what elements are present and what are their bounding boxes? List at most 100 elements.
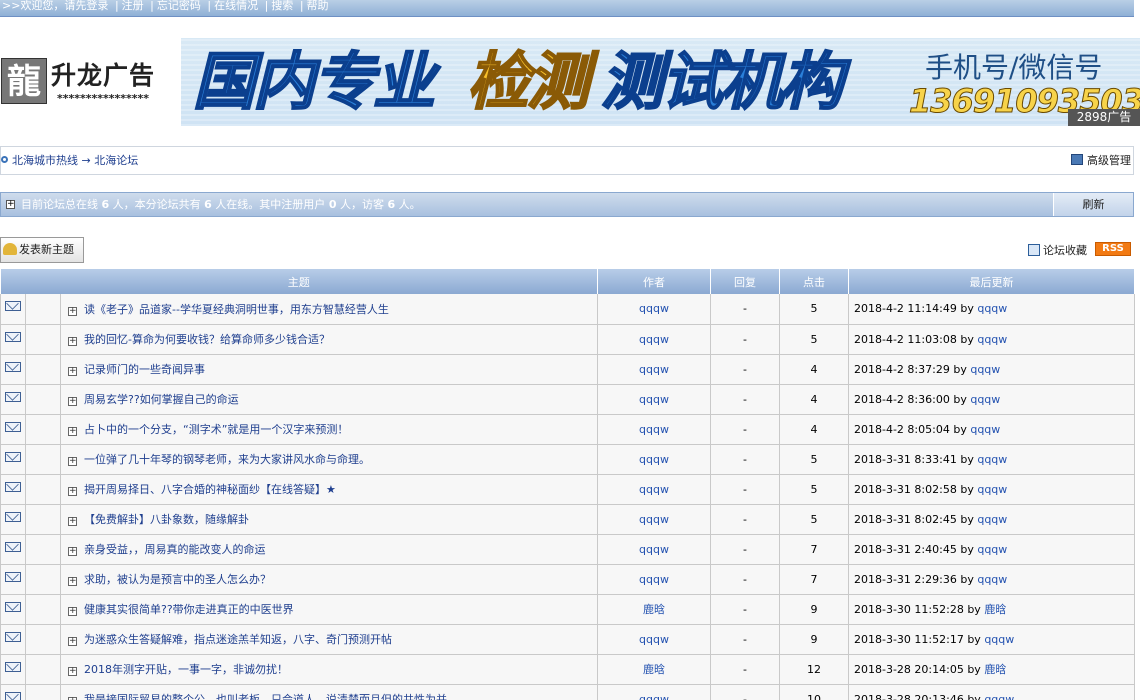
author-link[interactable]: qqqw: [639, 302, 669, 315]
expand-icon[interactable]: +: [68, 547, 77, 556]
last-update-cell: 2018-3-31 2:40:45 by qqqw: [848, 534, 1135, 565]
expand-icon[interactable]: +: [68, 667, 77, 676]
topic-icon-cell: [25, 684, 61, 700]
table-row: + 揭开周易择日、八字合婚的神秘面纱【在线答疑】★ qqqw -5 2018-3-31 …: [0, 474, 1135, 505]
table-row: + 周易玄学??如何掌握自己的命运 qqqw -4 2018-4-2 8:36:00 b…: [0, 384, 1135, 415]
forum-favorite-link[interactable]: 论坛收藏: [1028, 242, 1087, 260]
advanced-admin-link[interactable]: 高级管理: [1071, 147, 1131, 174]
topic-title-link[interactable]: 2018年测字开贴，一事一字，非诚勿扰！: [84, 663, 288, 676]
author-link[interactable]: qqqw: [639, 423, 669, 436]
expand-icon[interactable]: +: [68, 457, 77, 466]
last-update-user-link[interactable]: qqqw: [977, 573, 1007, 586]
last-update-user-link[interactable]: qqqw: [970, 393, 1000, 406]
author-link[interactable]: qqqw: [639, 693, 669, 700]
author-link[interactable]: qqqw: [639, 633, 669, 646]
last-update-user-link[interactable]: qqqw: [977, 453, 1007, 466]
topic-title-cell: + 读《老子》品道家--学华夏经典洞明世事，用东方智慧经营人生: [60, 294, 598, 325]
breadcrumb-home-link[interactable]: 北海城市热线: [12, 154, 78, 167]
dragon-logo-icon: 龍: [1, 58, 47, 104]
last-update-user-link[interactable]: qqqw: [984, 633, 1014, 646]
author-link[interactable]: 鹿晗: [643, 603, 665, 616]
author-link[interactable]: qqqw: [639, 513, 669, 526]
expand-icon[interactable]: +: [68, 577, 77, 586]
last-update-user-link[interactable]: 鹿晗: [984, 663, 1006, 676]
topic-title-link[interactable]: 【免费解卦】八卦象数，随缘解卦: [84, 513, 249, 526]
topic-title-link[interactable]: 占卜中的一个分支，“测字术”就是用一个汉字来预测！: [84, 423, 348, 436]
last-update-cell: 2018-3-31 8:02:45 by qqqw: [848, 504, 1135, 535]
new-topic-button[interactable]: 发表新主题: [0, 237, 84, 263]
author-link[interactable]: qqqw: [639, 453, 669, 466]
topic-clicks: 5: [779, 324, 849, 355]
expand-icon[interactable]: +: [6, 200, 15, 209]
mail-icon: [5, 331, 21, 342]
author-link[interactable]: qqqw: [639, 363, 669, 376]
forgot-password-link[interactable]: 忘记密码: [157, 0, 201, 12]
last-update-by: by: [960, 452, 974, 466]
expand-icon[interactable]: +: [68, 427, 77, 436]
topic-title-link[interactable]: 求助，被认为是预言中的圣人怎么办？: [84, 573, 271, 586]
last-update-user-link[interactable]: qqqw: [984, 693, 1014, 700]
banner-headline-part3: 测试机构: [600, 45, 844, 119]
table-row: + 我的回忆-算命为何要收钱？给算命师多少钱合适？ qqqw -5 2018-4-2 1…: [0, 324, 1135, 355]
author-link[interactable]: qqqw: [639, 333, 669, 346]
topic-status-cell: [0, 324, 26, 355]
topic-replies: -: [710, 594, 780, 625]
topic-title-link[interactable]: 揭开周易择日、八字合婚的神秘面纱【在线答疑】★: [84, 483, 336, 496]
last-update-date: 2018-4-2 11:03:08: [854, 332, 957, 346]
expand-icon[interactable]: +: [68, 306, 77, 316]
last-update-user-link[interactable]: qqqw: [977, 333, 1007, 346]
refresh-button[interactable]: 刷新: [1053, 193, 1133, 216]
topic-author-cell: qqqw: [597, 444, 711, 475]
expand-icon[interactable]: +: [68, 487, 77, 496]
banner-headline-part2: 检测: [466, 45, 590, 119]
topic-status-cell: [0, 534, 26, 565]
last-update-user-link[interactable]: qqqw: [970, 423, 1000, 436]
last-update-user-link[interactable]: qqqw: [977, 543, 1007, 556]
expand-icon[interactable]: +: [68, 397, 77, 406]
expand-icon[interactable]: +: [68, 367, 77, 376]
author-link[interactable]: qqqw: [639, 393, 669, 406]
mail-icon: [5, 631, 21, 642]
author-link[interactable]: qqqw: [639, 573, 669, 586]
search-link[interactable]: 搜索: [271, 0, 293, 12]
expand-icon[interactable]: +: [68, 607, 77, 616]
topic-title-link[interactable]: 健康其实很简单??带你走进真正的中医世界: [84, 603, 294, 616]
banner-contact-label: 手机号/微信号: [925, 51, 1103, 84]
topic-title-link[interactable]: 周易玄学??如何掌握自己的命运: [84, 393, 239, 406]
breadcrumb-forum-link[interactable]: 北海论坛: [94, 154, 138, 167]
expand-icon[interactable]: +: [68, 637, 77, 646]
topic-title-cell: + 健康其实很简单??带你走进真正的中医世界: [60, 594, 598, 625]
registered-count: 0: [328, 198, 337, 211]
header-author: 作者: [597, 269, 711, 294]
last-update-by: by: [953, 422, 967, 436]
expand-icon[interactable]: +: [68, 517, 77, 526]
site-logo[interactable]: 龍 升龙广告 ****************: [1, 56, 173, 110]
topic-replies: -: [710, 354, 780, 385]
rss-button[interactable]: RSS: [1095, 242, 1131, 256]
last-update-user-link[interactable]: qqqw: [977, 483, 1007, 496]
author-link[interactable]: 鹿晗: [643, 663, 665, 676]
topic-title-link[interactable]: 为迷惑众生答疑解难，指点迷途羔羊知返，八字、奇门预测开帖: [84, 633, 392, 646]
last-update-user-link[interactable]: qqqw: [977, 513, 1007, 526]
topic-title-link[interactable]: 读《老子》品道家--学华夏经典洞明世事，用东方智慧经营人生: [84, 303, 389, 316]
register-link[interactable]: 注册: [122, 0, 144, 12]
topic-title-link[interactable]: 我的回忆-算命为何要收钱？给算命师多少钱合适？: [84, 333, 330, 346]
last-update-cell: 2018-4-2 8:37:29 by qqqw: [848, 354, 1135, 385]
author-link[interactable]: qqqw: [639, 483, 669, 496]
topic-title-link[interactable]: 记录师门的一些奇闻异事: [84, 363, 205, 376]
topic-title-link[interactable]: 一位弹了几十年琴的钢琴老师，来为大家讲风水命与命理。: [84, 453, 370, 466]
topic-author-cell: qqqw: [597, 504, 711, 535]
topic-replies: -: [710, 414, 780, 445]
author-link[interactable]: qqqw: [639, 543, 669, 556]
online-status-link[interactable]: 在线情况: [214, 0, 258, 12]
banner-ad[interactable]: 国内专业 检测 测试机构 手机号/微信号 13691093503 2898广告: [181, 38, 1140, 126]
help-link[interactable]: 帮助: [307, 0, 329, 12]
topic-title-link[interactable]: 亲身受益，，周易真的能改变人的命运: [84, 543, 266, 556]
topic-replies: -: [710, 564, 780, 595]
last-update-user-link[interactable]: qqqw: [977, 302, 1007, 315]
expand-icon[interactable]: +: [68, 337, 77, 346]
last-update-by: by: [960, 572, 974, 586]
last-update-user-link[interactable]: 鹿晗: [984, 603, 1006, 616]
topic-title-link[interactable]: 我是接国际贸易的整个公，也叫老板，只会道人，说清楚而且但的共性为并: [84, 693, 447, 700]
last-update-user-link[interactable]: qqqw: [970, 363, 1000, 376]
